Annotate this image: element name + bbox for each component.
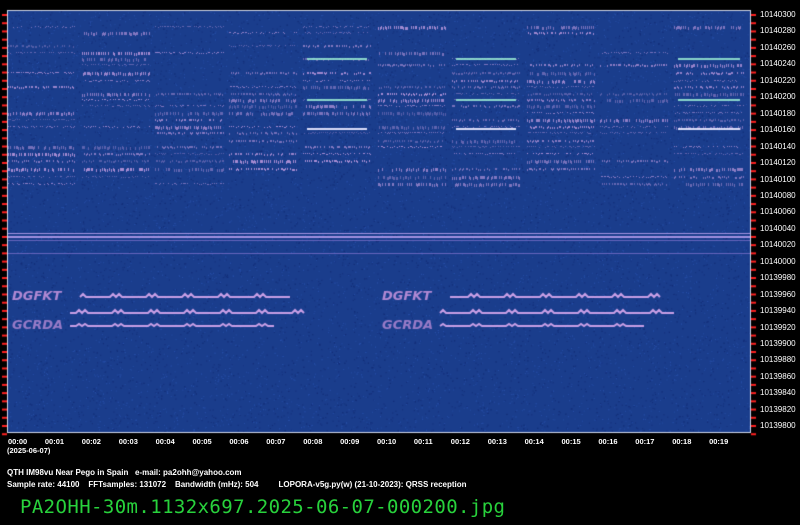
frequency-label: 10140040	[760, 223, 796, 233]
frequency-label: 10139820	[760, 404, 796, 414]
time-label: 00:09	[340, 437, 360, 446]
time-label: 00:06	[229, 437, 249, 446]
frequency-label: 10139920	[760, 322, 796, 332]
reception-settings: Sample rate: 44100 FFTsamples: 131072 Ba…	[7, 480, 467, 489]
time-label: 00:13	[487, 437, 507, 446]
time-label: 00:11	[413, 437, 433, 446]
time-label: 00:04	[155, 437, 175, 446]
time-label: 00:19	[709, 437, 729, 446]
time-label: 00:05	[192, 437, 212, 446]
time-label: 00:15	[561, 437, 581, 446]
frequency-label: 10140060	[760, 207, 796, 217]
frequency-label: 10140180	[760, 108, 796, 118]
frequency-label: 10139880	[760, 355, 796, 365]
frequency-label: 10140080	[760, 190, 796, 200]
frequency-label: 10140240	[760, 59, 796, 69]
frequency-label: 10140120	[760, 158, 796, 168]
station-info: QTH IM98vu Near Pego in Spain e-mail: pa…	[7, 468, 242, 477]
time-label: 00:03	[118, 437, 138, 446]
frequency-label: 10140220	[760, 75, 796, 85]
frequency-label: 10140300	[760, 10, 796, 19]
frequency-label: 10139900	[760, 339, 796, 348]
frequency-label: 10139960	[760, 289, 796, 299]
time-label: 00:14	[524, 437, 544, 446]
time-label: 00:18	[672, 437, 692, 446]
time-label: 00:02	[81, 437, 101, 446]
frequency-label: 10139840	[760, 388, 796, 398]
waterfall-spectrogram	[0, 0, 800, 525]
frequency-label: 10140260	[760, 42, 796, 52]
frequency-label: 10140160	[760, 125, 796, 135]
time-label: 00:08	[303, 437, 323, 446]
frequency-label: 10140140	[760, 141, 796, 151]
time-label: 00:01	[44, 437, 65, 446]
image-filename: PA2OHH-30m.1132x697.2025-06-07-000200.jp…	[20, 496, 506, 518]
frequency-label: 10140100	[760, 174, 796, 184]
frequency-label: 10140020	[760, 240, 796, 250]
time-label: 00:00	[8, 437, 28, 446]
frequency-label: 10139980	[760, 273, 796, 283]
time-label: 00:12	[450, 437, 470, 446]
time-label: 00:07	[266, 437, 286, 446]
frequency-label: 10139860	[760, 371, 796, 381]
time-label: 00:17	[635, 437, 655, 446]
time-label: 00:10	[377, 437, 397, 446]
frequency-label: 10140000	[760, 256, 796, 266]
frequency-label: 10140200	[760, 92, 796, 102]
frequency-label: 10140280	[760, 26, 796, 36]
frequency-label: 10139800	[760, 421, 796, 431]
frequency-label: 10139940	[760, 306, 796, 316]
date-label: (2025-06-07)	[7, 446, 51, 455]
time-label: 00:16	[598, 437, 618, 446]
